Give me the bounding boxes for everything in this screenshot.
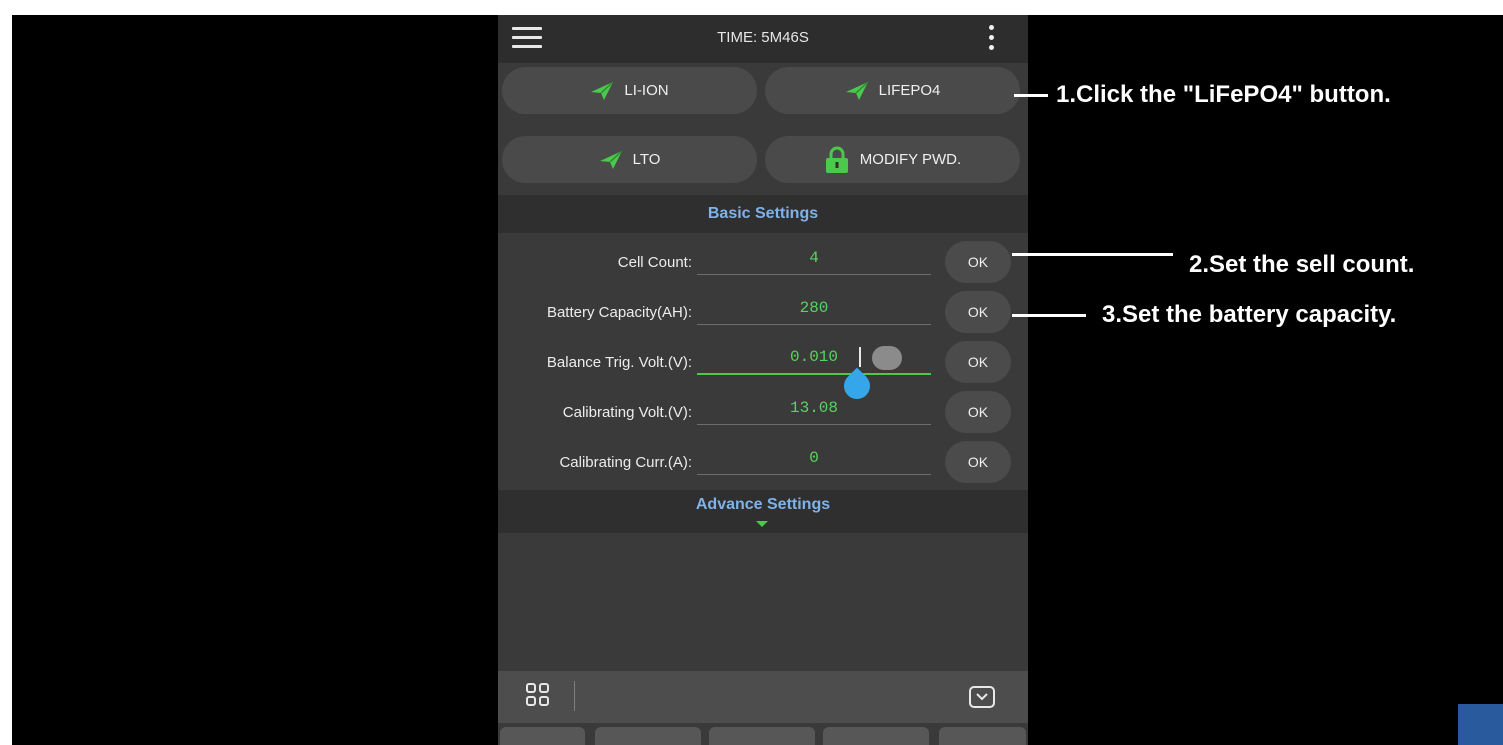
lifepo4-label: LIFEPO4 <box>878 82 941 99</box>
annotation-line-2 <box>1012 253 1173 256</box>
keyboard-key[interactable] <box>709 727 815 745</box>
battery-capacity-ok-button[interactable]: OK <box>945 291 1011 333</box>
cell-count-input[interactable] <box>697 241 931 275</box>
calibrating-volt-ok-button[interactable]: OK <box>945 391 1011 433</box>
battery-capacity-row: Battery Capacity(AH): OK <box>498 287 1028 337</box>
app-top-bar: TIME: 5M46S <box>498 15 1028 63</box>
grid-icon[interactable] <box>526 683 552 709</box>
keyboard-key[interactable] <box>595 727 701 745</box>
battery-capacity-label: Battery Capacity(AH): <box>546 304 692 321</box>
selection-handle[interactable] <box>872 346 902 370</box>
advance-settings-header[interactable]: Advance Settings <box>498 490 1028 533</box>
annotation-line-3 <box>1012 314 1086 317</box>
li-ion-button[interactable]: LI-ION <box>502 67 757 114</box>
keyboard-keys-row <box>498 725 1028 745</box>
corner-logo <box>1458 704 1503 745</box>
annotation-text-3: 3.Set the battery capacity. <box>1102 301 1397 328</box>
modify-password-button[interactable]: MODIFY PWD. <box>765 136 1020 183</box>
advance-settings-label: Advance Settings <box>695 496 831 513</box>
calibrating-volt-row: Calibrating Volt.(V): OK <box>498 387 1028 437</box>
calibrating-curr-label: Calibrating Curr.(A): <box>559 454 692 471</box>
cell-count-row: Cell Count: OK <box>498 237 1028 287</box>
calibrating-curr-input[interactable] <box>697 441 931 475</box>
paper-plane-icon <box>591 80 614 100</box>
keyboard-key[interactable] <box>500 727 585 745</box>
annotation-text-2: 2.Set the sell count. <box>1189 251 1415 278</box>
keyboard-toolbar <box>498 671 1028 723</box>
annotation-line-1 <box>1014 94 1048 97</box>
calibrating-curr-row: Calibrating Curr.(A): OK <box>498 437 1028 487</box>
annotation-text-1: 1.Click the "LiFePO4" button. <box>1056 81 1391 108</box>
keyboard-key[interactable] <box>939 727 1026 745</box>
lto-button[interactable]: LTO <box>502 136 757 183</box>
caret-down-icon <box>756 521 768 527</box>
keyboard-hide-icon[interactable] <box>968 685 996 709</box>
calibrating-volt-input[interactable] <box>697 391 931 425</box>
cell-count-label: Cell Count: <box>617 254 692 271</box>
modify-password-label: MODIFY PWD. <box>859 151 962 168</box>
phone-screen: TIME: 5M46S LI-ION LIFEPO4 LTO MODIFY PW… <box>498 15 1028 745</box>
time-label: TIME: 5M46S <box>717 29 809 46</box>
lifepo4-button[interactable]: LIFEPO4 <box>765 67 1020 114</box>
li-ion-label: LI-ION <box>624 82 669 99</box>
battery-capacity-input[interactable] <box>697 291 931 325</box>
lock-icon <box>825 146 848 173</box>
keyboard-key[interactable] <box>823 727 929 745</box>
paper-plane-icon <box>599 149 623 169</box>
vertical-dots-icon[interactable] <box>984 23 1000 53</box>
balance-trig-volt-label: Balance Trig. Volt.(V): <box>546 354 692 371</box>
lto-label: LTO <box>632 151 661 168</box>
screenshot-stage: TIME: 5M46S LI-ION LIFEPO4 LTO MODIFY PW… <box>12 15 1503 745</box>
calibrating-volt-label: Calibrating Volt.(V): <box>562 404 692 421</box>
calibrating-curr-ok-button[interactable]: OK <box>945 441 1011 483</box>
balance-trig-volt-row: Balance Trig. Volt.(V): OK <box>498 337 1028 405</box>
toolbar-divider <box>574 681 575 711</box>
balance-trig-volt-ok-button[interactable]: OK <box>945 341 1011 383</box>
text-cursor <box>859 347 861 367</box>
basic-settings-header: Basic Settings <box>498 195 1028 233</box>
cell-count-ok-button[interactable]: OK <box>945 241 1011 283</box>
paper-plane-icon <box>845 80 869 100</box>
